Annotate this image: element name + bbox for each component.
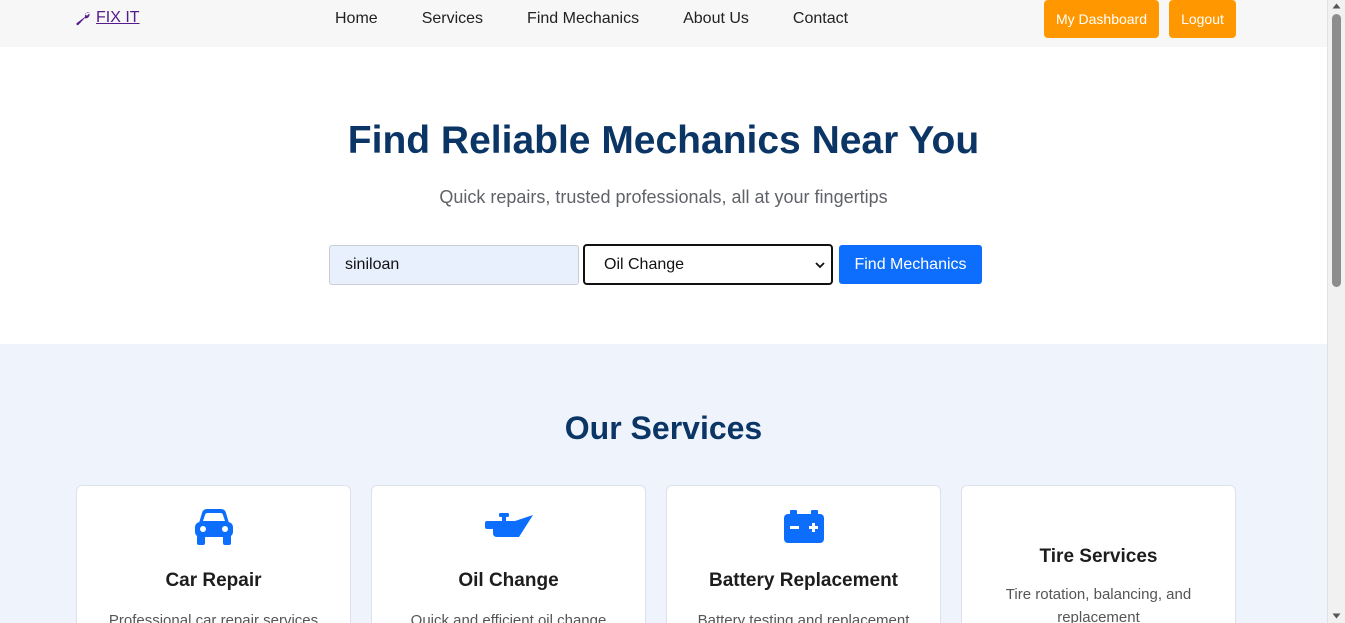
scroll-up-arrow-icon[interactable] bbox=[1332, 2, 1341, 10]
vertical-scrollbar[interactable] bbox=[1327, 0, 1345, 623]
search-form: Oil Change Find Mechanics bbox=[329, 244, 982, 285]
service-card-car-repair[interactable]: Car Repair Professional car repair servi… bbox=[76, 485, 351, 623]
card-title: Oil Change bbox=[458, 570, 559, 591]
car-icon bbox=[194, 509, 233, 545]
location-input[interactable] bbox=[329, 244, 579, 285]
card-description: Quick and efficient oil change bbox=[410, 612, 607, 623]
service-select[interactable]: Oil Change bbox=[583, 244, 833, 285]
card-description: Tire rotation, balancing, and replacemen… bbox=[1005, 586, 1192, 623]
card-description: Professional car repair services bbox=[108, 612, 319, 623]
nav-link-find-mechanics[interactable]: Find Mechanics bbox=[505, 10, 661, 28]
scroll-down-arrow-icon[interactable] bbox=[1332, 612, 1341, 620]
hero-section: Find Reliable Mechanics Near You Quick r… bbox=[0, 47, 1327, 344]
logo-text: FIX IT bbox=[96, 9, 140, 26]
hero-subtitle: Quick repairs, trusted professionals, al… bbox=[439, 187, 888, 207]
battery-icon bbox=[783, 510, 824, 543]
service-card-battery-replacement[interactable]: Battery Replacement Battery testing and … bbox=[666, 485, 941, 623]
nav-link-contact[interactable]: Contact bbox=[771, 10, 870, 28]
service-card-oil-change[interactable]: Oil Change Quick and efficient oil chang… bbox=[371, 485, 646, 623]
scrollbar-thumb[interactable] bbox=[1332, 14, 1341, 287]
nav-link-services[interactable]: Services bbox=[400, 10, 505, 28]
service-cards: Car Repair Professional car repair servi… bbox=[76, 485, 1236, 623]
service-card-tire-services[interactable]: Tire Services Tire rotation, balancing, … bbox=[961, 485, 1236, 623]
service-select-value: Oil Change bbox=[604, 255, 685, 273]
hero-title: Find Reliable Mechanics Near You bbox=[347, 119, 980, 162]
nav-link-home[interactable]: Home bbox=[313, 10, 400, 28]
card-title: Tire Services bbox=[1039, 546, 1158, 567]
find-mechanics-button[interactable]: Find Mechanics bbox=[839, 245, 982, 284]
nav-links: Home Services Find Mechanics About Us Co… bbox=[313, 10, 870, 28]
card-title: Battery Replacement bbox=[708, 570, 899, 591]
oil-can-icon bbox=[484, 513, 533, 537]
navbar: FIX IT Home Services Find Mechanics Abou… bbox=[0, 0, 1327, 47]
card-description: Battery testing and replacement bbox=[697, 612, 910, 623]
logo-link[interactable]: FIX IT bbox=[75, 9, 140, 27]
page: FIX IT Home Services Find Mechanics Abou… bbox=[0, 0, 1327, 623]
wrench-icon bbox=[76, 11, 90, 25]
nav-link-about-us[interactable]: About Us bbox=[661, 10, 771, 28]
my-dashboard-button[interactable]: My Dashboard bbox=[1044, 0, 1159, 38]
logout-button[interactable]: Logout bbox=[1169, 0, 1236, 38]
chevron-down-icon bbox=[815, 261, 825, 268]
services-section: Our Services Car Repair Professional car… bbox=[0, 344, 1327, 623]
card-title: Car Repair bbox=[165, 570, 262, 591]
services-title: Our Services bbox=[564, 410, 763, 446]
